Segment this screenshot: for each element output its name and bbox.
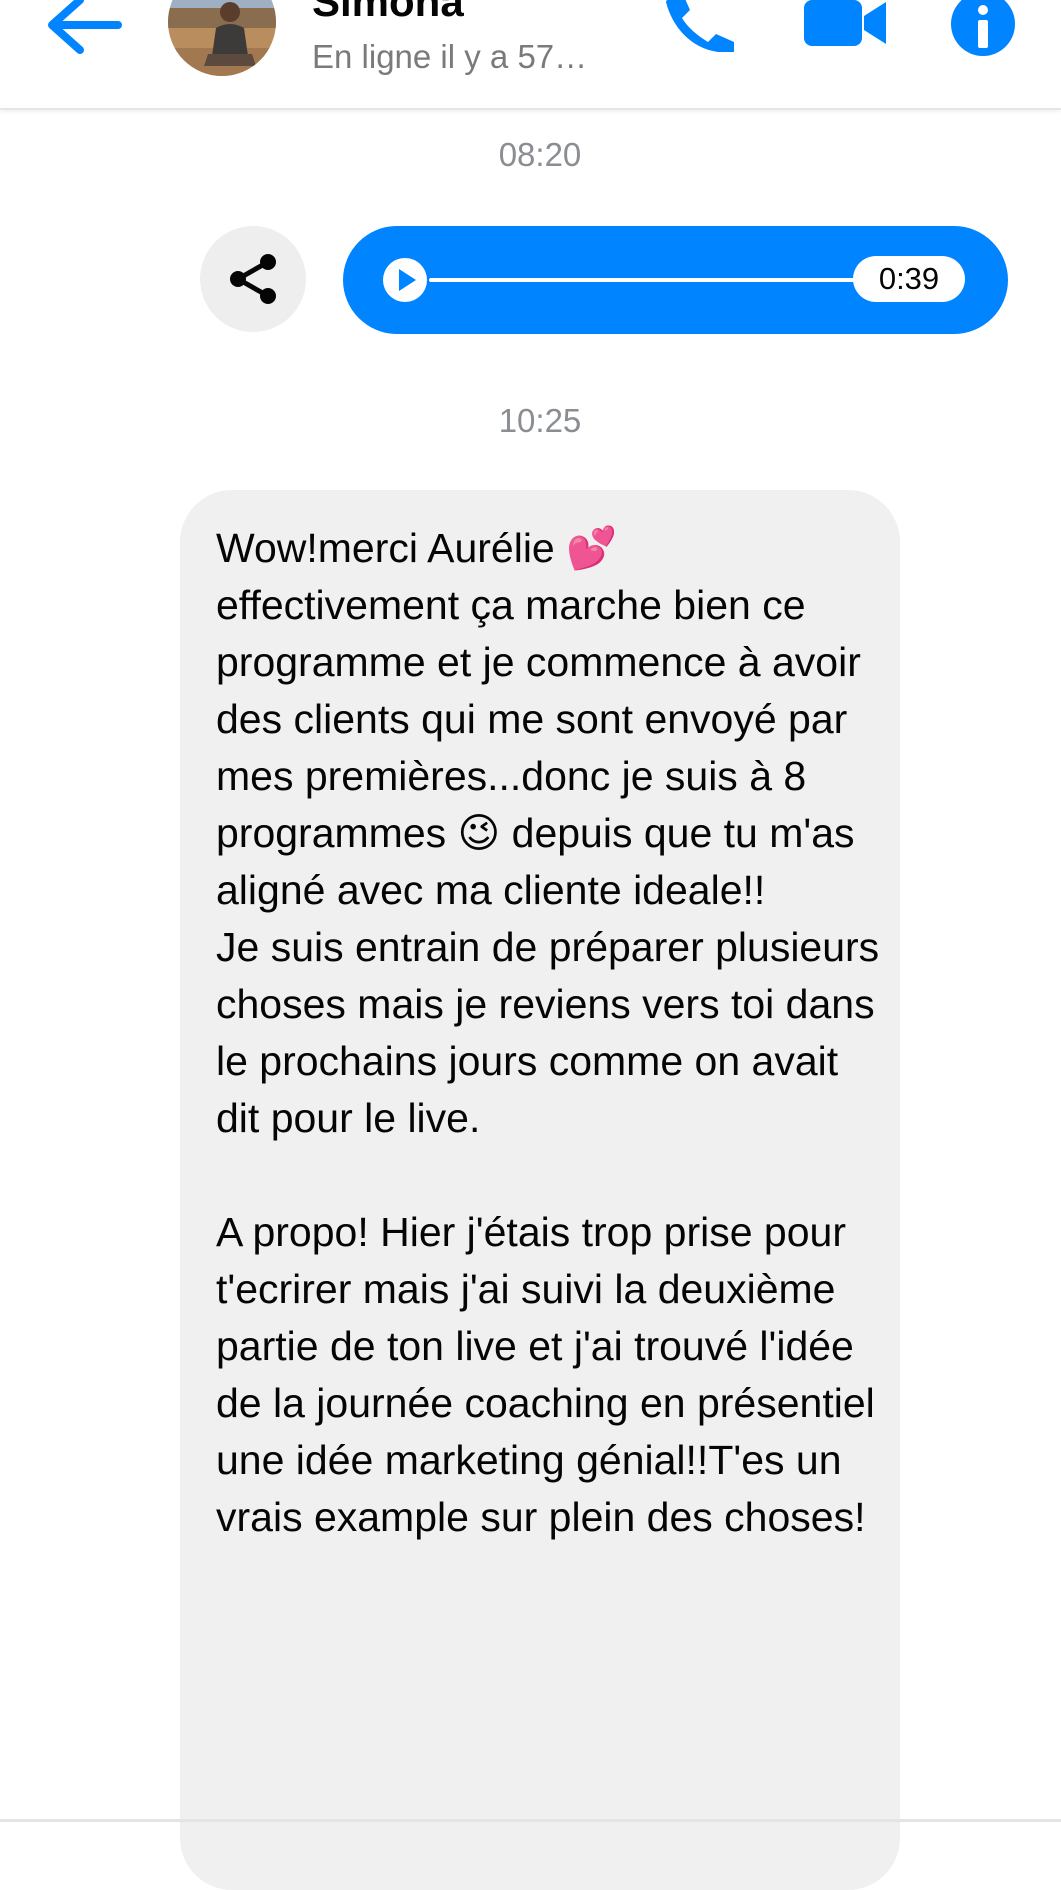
message-timestamp: 08:20 xyxy=(498,136,582,173)
message-text: Wow!merci Aurélie 💕 effectivement ça mar… xyxy=(216,525,880,1540)
back-button[interactable] xyxy=(40,0,130,60)
conversation-header: Simona En ligne il y a 57… xyxy=(0,0,1061,110)
contact-status: En ligne il y a 57… xyxy=(312,38,588,75)
share-icon xyxy=(230,254,276,304)
play-icon xyxy=(399,269,416,291)
video-call-button[interactable] xyxy=(800,0,890,52)
play-button[interactable] xyxy=(383,258,427,302)
audio-call-button[interactable] xyxy=(660,0,740,60)
audio-message: 0:39 xyxy=(343,226,1008,334)
video-camera-icon xyxy=(804,0,886,46)
phone-icon xyxy=(666,0,734,52)
contact-name[interactable]: Simona xyxy=(312,0,464,26)
contact-avatar[interactable] xyxy=(168,0,276,76)
info-icon xyxy=(951,0,1015,56)
message-timestamp: 10:25 xyxy=(498,402,582,439)
audio-duration: 0:39 xyxy=(853,256,965,302)
received-message-bubble[interactable]: Wow!merci Aurélie 💕 effectivement ça mar… xyxy=(180,490,900,1890)
arrow-left-icon xyxy=(48,0,122,54)
conversation-info-button[interactable] xyxy=(948,0,1018,60)
audio-progress-track[interactable] xyxy=(429,278,895,282)
share-button[interactable] xyxy=(200,226,306,332)
